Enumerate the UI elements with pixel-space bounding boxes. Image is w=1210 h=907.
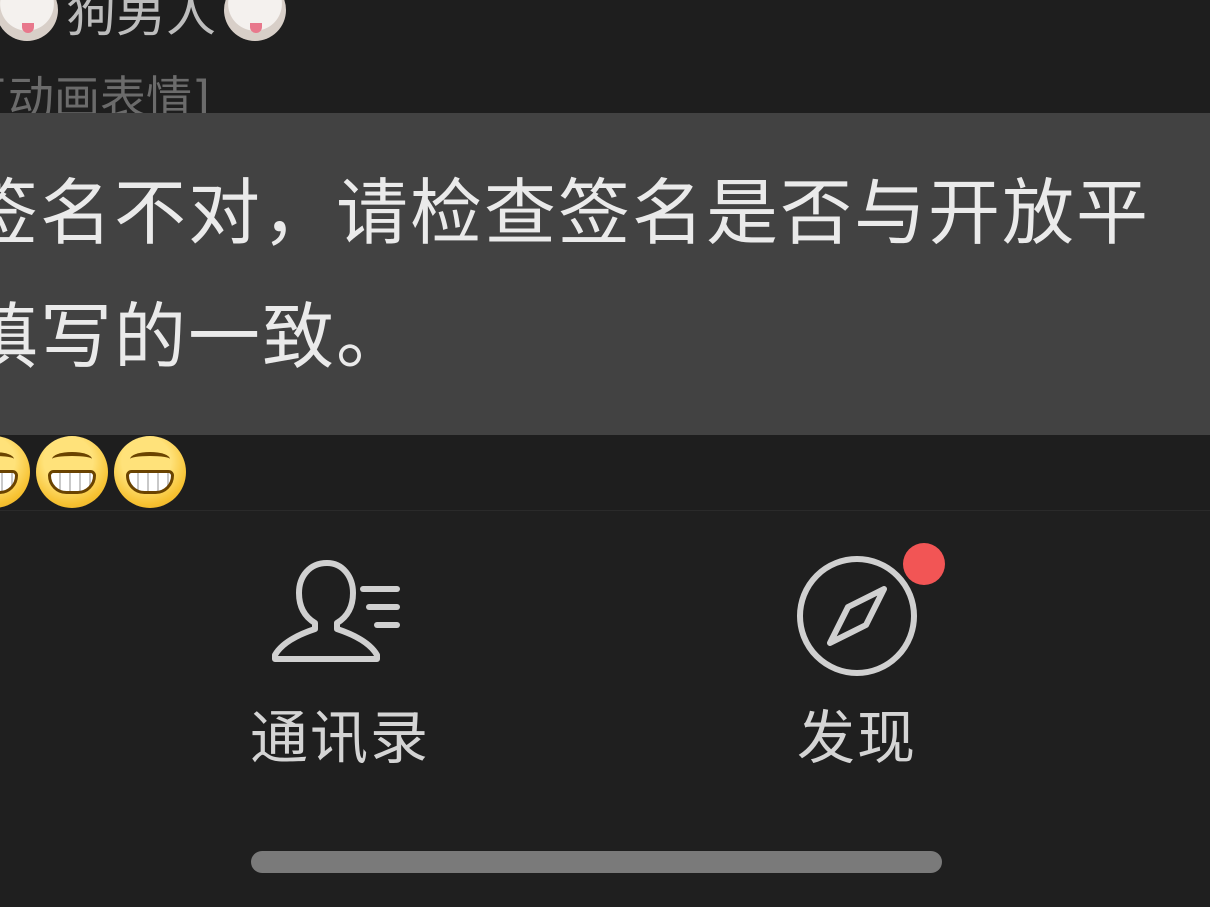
grinning-face-icon: [0, 436, 30, 508]
quoted-message-text: 签名不对，请检查签名是否与开放平 填写的一致。: [0, 151, 1210, 399]
notification-dot: [903, 543, 945, 585]
grinning-face-icon: [114, 436, 186, 508]
grinning-face-icon: [36, 436, 108, 508]
previous-message-area: 狗男人 [动画表情]: [0, 0, 1210, 113]
quoted-line-1: 签名不对，请检查签名是否与开放平: [0, 171, 1151, 255]
previous-message-line: 狗男人: [0, 0, 286, 46]
tab-discover[interactable]: 发现: [727, 511, 987, 772]
dog-face-icon: [0, 0, 58, 41]
compass-icon: [797, 556, 917, 676]
sticker-placeholder-text: [动画表情]: [0, 71, 210, 113]
tab-contacts-label: 通讯录: [249, 704, 430, 772]
quoted-message-block[interactable]: 签名不对，请检查签名是否与开放平 填写的一致。: [0, 113, 1210, 435]
home-indicator[interactable]: [251, 851, 942, 873]
quoted-line-2: 填写的一致。: [0, 295, 411, 379]
tab-discover-label: 发现: [796, 704, 917, 772]
bottom-tab-bar: 通讯录 发现: [0, 510, 1210, 907]
wechat-screen: 狗男人 [动画表情] 签名不对，请检查签名是否与开放平 填写的一致。 通讯录 发…: [0, 0, 1210, 907]
previous-message-text: 狗男人: [66, 0, 216, 43]
contacts-icon: [272, 560, 400, 662]
tab-contacts[interactable]: 通讯录: [210, 511, 470, 772]
emoji-row: [0, 436, 186, 510]
dog-face-icon: [224, 0, 286, 41]
